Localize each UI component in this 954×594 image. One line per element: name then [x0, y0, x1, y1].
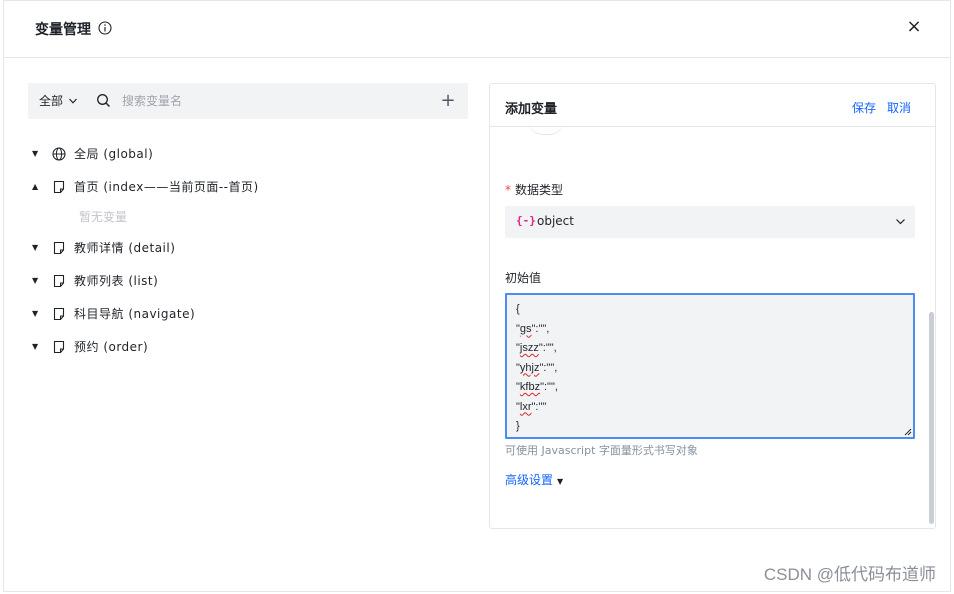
add-variable-panel: 添加变量 保存 取消 * 数据类型 {-} object 初始值 { "gs":"… [489, 83, 936, 529]
caret-down-icon: ▼ [557, 477, 564, 486]
watermark: CSDN @低代码布道师 [763, 565, 936, 584]
page-icon [53, 307, 65, 320]
code-line: "jszz":"", [516, 342, 557, 354]
code-line: { [516, 303, 520, 315]
page-icon [53, 340, 65, 353]
caret-down-icon[interactable]: ▼ [32, 243, 46, 252]
caret-down-icon[interactable]: ▼ [32, 309, 46, 318]
code-line: "kfbz":"", [516, 381, 558, 393]
caret-down-icon[interactable]: ▼ [32, 276, 46, 285]
tree-item-label: 教师列表 (list) [74, 274, 159, 288]
required-mark: * [505, 183, 511, 197]
info-icon[interactable] [98, 21, 112, 35]
chevron-down-icon [69, 98, 77, 104]
tree-item-order[interactable]: ▼ 预约 (order) [32, 330, 462, 363]
tree-item-label: 教师详情 (detail) [74, 241, 176, 255]
caret-up-icon[interactable]: ▲ [32, 182, 46, 191]
code-line: "gs":"", [516, 322, 550, 335]
tree-item-navigate[interactable]: ▼ 科目导航 (navigate) [32, 297, 462, 330]
code-line: } [516, 420, 520, 432]
tree-item-label: 预约 (order) [74, 340, 149, 354]
scrolled-content-edge [528, 120, 564, 135]
dialog-header: 变量管理 × [4, 1, 950, 58]
advanced-settings-label: 高级设置 [505, 473, 554, 487]
data-type-label: * 数据类型 [505, 181, 563, 198]
scope-select-label: 全部 [39, 94, 64, 108]
globe-icon [52, 146, 66, 161]
tree-item-index[interactable]: ▲ 首页 (index——当前页面--首页) [32, 170, 462, 203]
search-icon [97, 94, 110, 107]
page-icon [53, 274, 65, 287]
advanced-settings-toggle[interactable]: 高级设置 ▼ [505, 471, 563, 488]
initial-value-hint: 可使用 Javascript 字面量形式书写对象 [505, 444, 698, 457]
data-type-select[interactable]: {-} object [505, 206, 915, 238]
search-input[interactable] [122, 91, 422, 111]
resize-grip-icon[interactable] [904, 428, 912, 436]
tree-item-detail[interactable]: ▼ 教师详情 (detail) [32, 231, 462, 264]
variable-tree: ▼ 全局 (global) ▲ 首页 (index——当前页面--首页) 暂无变… [32, 137, 462, 363]
code-line: "yhjz":"", [516, 361, 558, 374]
dialog-title: 变量管理 [35, 22, 91, 38]
chevron-down-icon [896, 219, 905, 225]
variable-search-bar: 全部 + [28, 83, 468, 119]
tree-item-label: 全局 (global) [74, 147, 154, 161]
tree-item-label: 首页 (index——当前页面--首页) [74, 180, 259, 194]
tree-item-global[interactable]: ▼ 全局 (global) [32, 137, 462, 170]
panel-scrollbar[interactable] [929, 312, 934, 524]
caret-down-icon[interactable]: ▼ [32, 342, 46, 351]
empty-state-text: 暂无变量 [79, 210, 128, 224]
code-line: "lxr":"" [516, 400, 547, 413]
caret-down-icon[interactable]: ▼ [32, 149, 46, 158]
data-type-value: object [537, 214, 574, 228]
initial-value-label: 初始值 [505, 271, 542, 285]
close-button[interactable]: × [904, 15, 924, 39]
cancel-button[interactable]: 取消 [887, 99, 911, 116]
variable-manager-dialog: 变量管理 × 全部 + ▼ 全局 ( [3, 0, 951, 592]
tree-item-list[interactable]: ▼ 教师列表 (list) [32, 264, 462, 297]
save-button[interactable]: 保存 [852, 99, 876, 116]
object-type-icon: {-} [516, 214, 536, 227]
page-icon [53, 180, 65, 193]
tree-item-label: 科目导航 (navigate) [74, 307, 196, 321]
add-variable-button[interactable]: + [438, 89, 458, 113]
panel-title: 添加变量 [505, 102, 558, 117]
data-type-label-text: 数据类型 [515, 183, 564, 197]
initial-value-textarea[interactable]: { "gs":"", "jszz":"", "yhjz":"", "kfbz":… [505, 293, 915, 439]
page-icon [53, 241, 65, 254]
scope-select[interactable]: 全部 [39, 92, 78, 109]
